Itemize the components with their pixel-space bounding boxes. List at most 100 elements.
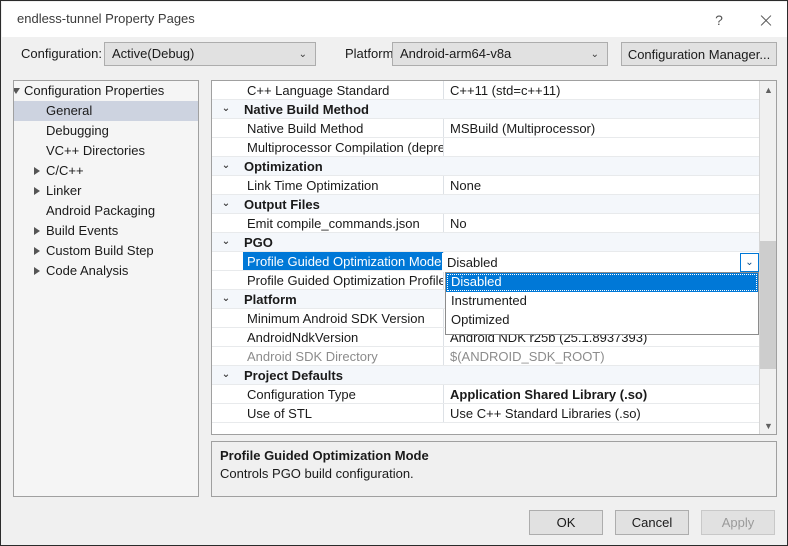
property-row[interactable]: Use of STLUse C++ Standard Libraries (.s… (212, 404, 759, 423)
combo-dropdown-button[interactable]: ⌄ (740, 253, 759, 272)
property-row[interactable]: C++ Language StandardC++11 (std=c++11) (212, 81, 759, 100)
column-divider (443, 214, 444, 232)
description-title: Profile Guided Optimization Mode (220, 448, 429, 463)
property-category-row[interactable]: ⌄ Project Defaults (212, 366, 759, 385)
chevron-down-icon[interactable]: ⌄ (220, 293, 232, 305)
scroll-up-button[interactable]: ▲ (760, 81, 777, 98)
platform-label: Platform: (345, 46, 397, 61)
chevron-down-icon[interactable]: ⌄ (220, 103, 232, 115)
chevron-down-icon[interactable]: ⌄ (220, 160, 232, 172)
column-divider (443, 404, 444, 422)
property-row[interactable]: Android SDK Directory$(ANDROID_SDK_ROOT) (212, 347, 759, 366)
property-value[interactable]: Use C++ Standard Libraries (.so) (447, 406, 641, 421)
property-value[interactable]: Application Shared Library (.so) (447, 387, 647, 402)
property-name: Project Defaults (240, 366, 450, 384)
tree-item-vc-directories[interactable]: VC++ Directories (14, 141, 198, 161)
triangle-right-icon (34, 267, 40, 275)
cancel-button[interactable]: Cancel (615, 510, 689, 535)
tree-item-label: Code Analysis (46, 263, 128, 278)
tree-item-code-analysis[interactable]: Code Analysis (14, 261, 198, 281)
property-value[interactable]: C++11 (std=c++11) (447, 83, 560, 98)
description-body: Controls PGO build configuration. (220, 466, 414, 481)
column-divider (443, 81, 444, 99)
pgo-mode-dropdown-list[interactable]: DisabledInstrumentedOptimized (445, 272, 759, 335)
property-name: PGO (240, 233, 450, 251)
help-button[interactable]: ? (696, 3, 742, 37)
property-category-row[interactable]: ⌄ Optimization (212, 157, 759, 176)
property-name: Minimum Android SDK Version (243, 309, 443, 327)
property-row[interactable]: Link Time Optimization None (212, 176, 759, 195)
window-title: endless-tunnel Property Pages (17, 11, 195, 26)
dropdown-option-optimized[interactable]: Optimized (446, 311, 758, 330)
property-value[interactable]: MSBuild (Multiprocessor) (447, 121, 595, 136)
configuration-manager-button[interactable]: Configuration Manager... (621, 42, 777, 66)
chevron-down-icon[interactable]: ⌄ (220, 369, 232, 381)
tree-item-label: Configuration Properties (24, 83, 164, 98)
property-row[interactable]: Multiprocessor Compilation (deprecated) (212, 138, 759, 157)
property-row[interactable]: Configuration Type Application Shared Lib… (212, 385, 759, 404)
property-category-row[interactable]: ⌄ PGO (212, 233, 759, 252)
column-divider (443, 176, 444, 194)
property-name: Link Time Optimization (243, 176, 443, 194)
tree-item-debugging[interactable]: Debugging (14, 121, 198, 141)
property-row[interactable]: Native Build MethodMSBuild (Multiprocess… (212, 119, 759, 138)
triangle-right-icon (34, 227, 40, 235)
property-name: Native Build Method (240, 100, 450, 118)
chevron-down-icon: ⌄ (299, 43, 307, 65)
tree-item-linker[interactable]: Linker (14, 181, 198, 201)
property-value[interactable]: No (447, 216, 467, 231)
platform-value: Android-arm64-v8a (400, 46, 511, 61)
property-name: Output Files (240, 195, 450, 213)
tree-item-label: VC++ Directories (46, 143, 145, 158)
column-divider (443, 119, 444, 137)
triangle-right-icon (34, 187, 40, 195)
tree-item-label: Android Packaging (46, 203, 155, 218)
property-grid-scrollbar[interactable]: ▲ ▼ (759, 81, 776, 434)
configuration-properties-tree[interactable]: Configuration Properties GeneralDebugging… (13, 80, 199, 497)
ok-button[interactable]: OK (529, 510, 603, 535)
property-name: Platform (240, 290, 450, 308)
property-value[interactable]: $(ANDROID_SDK_ROOT) (447, 349, 605, 364)
property-row[interactable]: Emit compile_commands.json No (212, 214, 759, 233)
column-divider (443, 138, 444, 156)
property-category-row[interactable]: ⌄ Native Build Method (212, 100, 759, 119)
triangle-down-icon (13, 88, 20, 94)
column-divider (443, 347, 444, 365)
scroll-down-button[interactable]: ▼ (760, 417, 777, 434)
pgo-mode-combo[interactable]: Disabled ⌄ (442, 253, 759, 272)
question-mark-icon: ? (715, 12, 723, 28)
tree-item-configuration-properties[interactable]: Configuration Properties (14, 81, 198, 101)
dropdown-option-disabled[interactable]: Disabled (446, 273, 758, 292)
tree-item-c-c[interactable]: C/C++ (14, 161, 198, 181)
tree-item-build-events[interactable]: Build Events (14, 221, 198, 241)
description-pane: Profile Guided Optimization Mode Control… (211, 441, 777, 497)
dropdown-option-instrumented[interactable]: Instrumented (446, 292, 758, 311)
tree-item-android-packaging[interactable]: Android Packaging (14, 201, 198, 221)
property-name: Optimization (240, 157, 450, 175)
tree-item-custom-build-step[interactable]: Custom Build Step (14, 241, 198, 261)
expander-expand-icon[interactable] (34, 186, 44, 196)
expander-collapse-icon[interactable] (13, 86, 22, 96)
scrollbar-thumb[interactable] (760, 241, 777, 369)
title-bar: endless-tunnel Property Pages ? (2, 2, 788, 37)
close-button[interactable] (742, 3, 788, 37)
configuration-select[interactable]: Active(Debug) ⌄ (104, 42, 316, 66)
property-name: Configuration Type (243, 385, 443, 403)
chevron-down-icon[interactable]: ⌄ (220, 236, 232, 248)
property-name: Profile Guided Optimization Mode (243, 252, 443, 270)
expander-expand-icon[interactable] (34, 246, 44, 256)
property-name: Multiprocessor Compilation (deprecated) (243, 138, 443, 156)
column-divider (443, 271, 444, 289)
property-category-row[interactable]: ⌄ Output Files (212, 195, 759, 214)
expander-expand-icon[interactable] (34, 266, 44, 276)
expander-expand-icon[interactable] (34, 226, 44, 236)
property-value[interactable]: None (447, 178, 481, 193)
tree-item-general[interactable]: General (14, 101, 198, 121)
expander-expand-icon[interactable] (34, 166, 44, 176)
property-pages-dialog: endless-tunnel Property Pages ? Configur… (0, 0, 788, 546)
platform-select[interactable]: Android-arm64-v8a ⌄ (392, 42, 608, 66)
chevron-down-icon[interactable]: ⌄ (220, 198, 232, 210)
property-name: Emit compile_commands.json (243, 214, 443, 232)
chevron-down-icon: ⌄ (591, 43, 599, 65)
configuration-bar: Configuration: Active(Debug) ⌄ Platform:… (1, 37, 788, 73)
